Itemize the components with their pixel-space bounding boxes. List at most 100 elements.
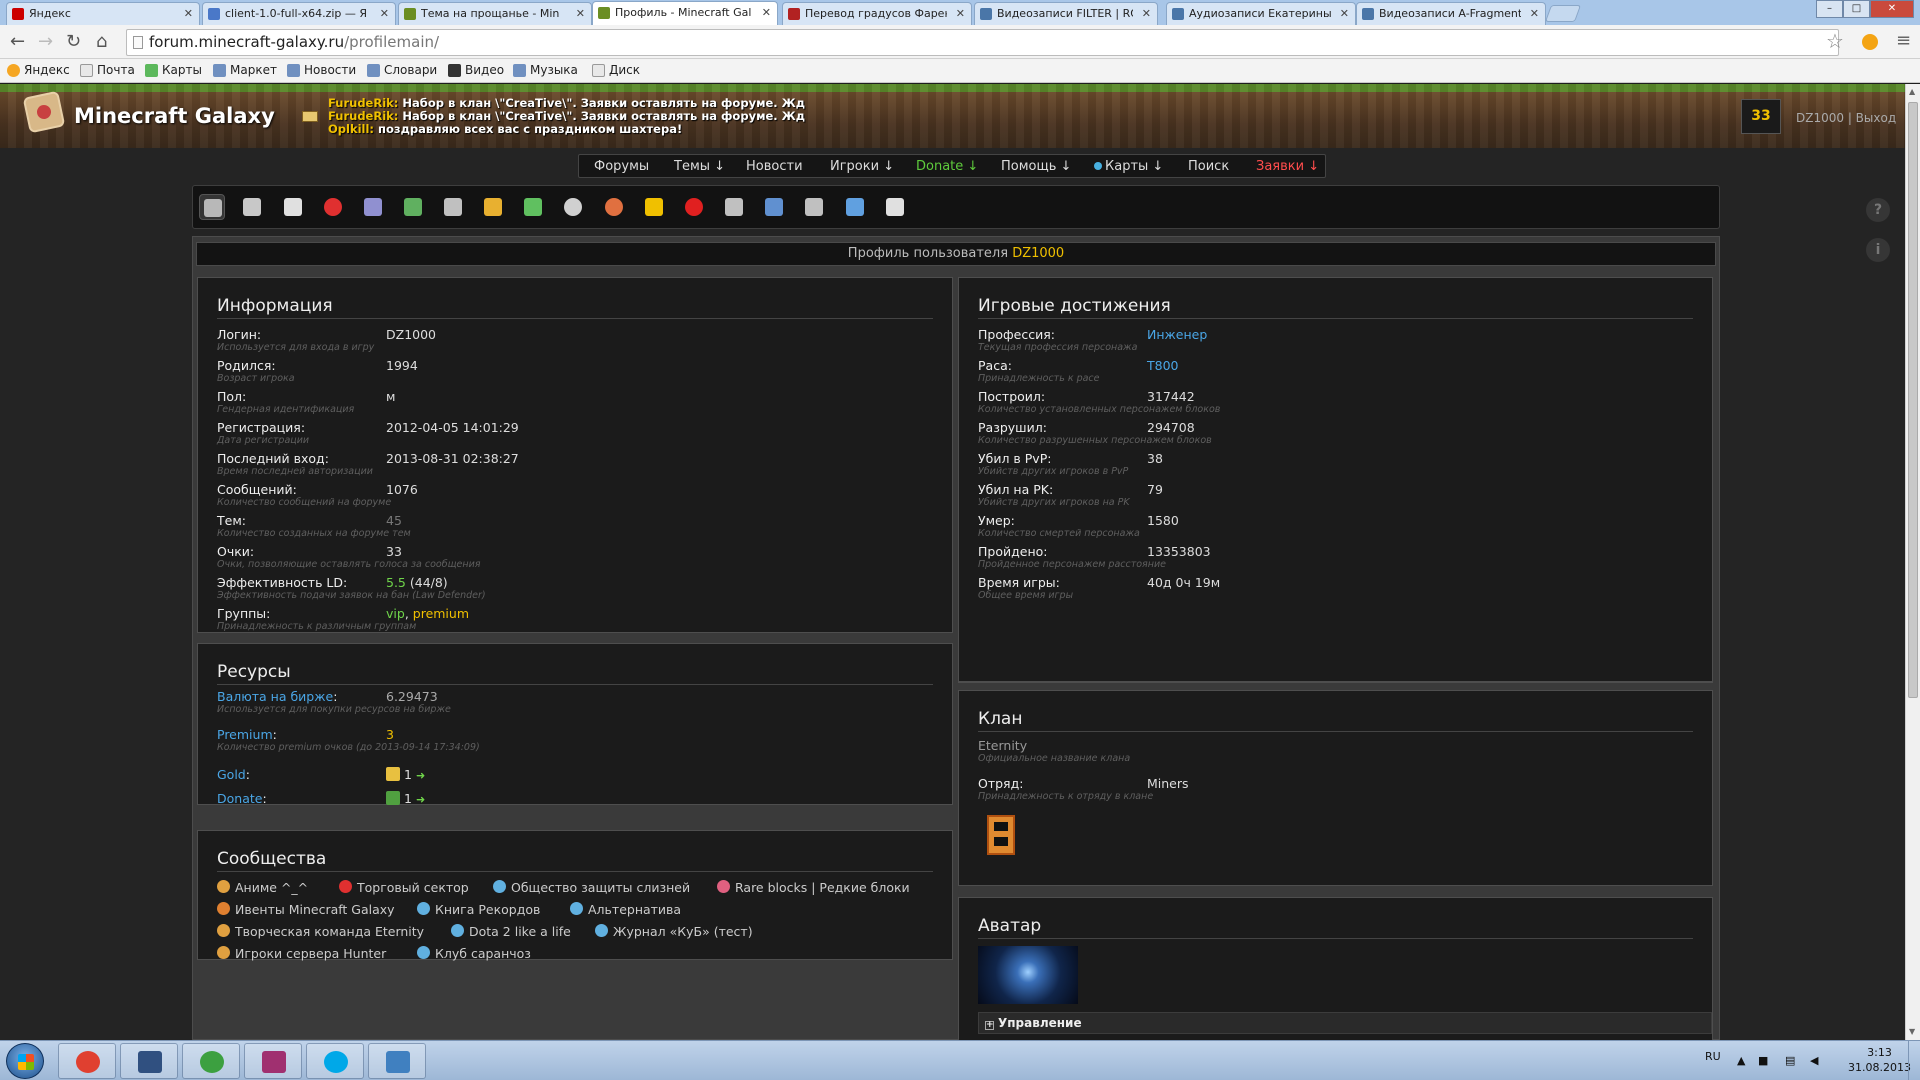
bookmark-dictionaries[interactable]: Словари — [367, 63, 437, 77]
community-link[interactable]: Журнал «КуБ» (тест) — [595, 924, 753, 939]
menu-forums[interactable]: Форумы — [594, 159, 649, 174]
tray-app-icon[interactable]: ■ — [1758, 1054, 1768, 1067]
browser-tab[interactable]: Перевод градусов Фарен ✕ — [782, 2, 972, 25]
browser-tab[interactable]: Видеозаписи FILTER | RO ✕ — [974, 2, 1158, 25]
scroll-up-icon[interactable]: ▲ — [1909, 87, 1915, 96]
exchange-link[interactable]: Валюта на бирже — [217, 689, 333, 704]
network-icon[interactable]: ▤ — [1785, 1054, 1795, 1067]
tab-close-icon[interactable]: ✕ — [1340, 7, 1349, 20]
bookmark-music[interactable]: Музыка — [513, 63, 578, 77]
browser-tab[interactable]: Тема на прощанье - Min ✕ — [398, 2, 592, 25]
taskbar-app[interactable] — [306, 1043, 364, 1079]
bookmark-news[interactable]: Новости — [287, 63, 356, 77]
menu-donate[interactable]: Donate ↓ — [916, 159, 978, 174]
bookmark-star-icon[interactable]: ☆ — [1826, 29, 1844, 53]
star-icon-button[interactable] — [641, 194, 667, 220]
new-tab-button[interactable] — [1544, 5, 1582, 22]
profile-nick[interactable]: DZ1000 — [1012, 246, 1064, 261]
ban-icon-button[interactable] — [320, 194, 346, 220]
gear-icon-button[interactable] — [560, 194, 586, 220]
forward-arrow-icon[interactable]: → — [38, 32, 53, 52]
community-link[interactable]: Ивенты Minecraft Galaxy — [217, 902, 395, 917]
transfer-arrow-icon[interactable]: ➜ — [416, 793, 425, 806]
menu-help[interactable]: Помощь ↓ — [1001, 159, 1071, 174]
volume-icon[interactable]: ◀ — [1810, 1054, 1818, 1067]
bookmark-disk[interactable]: Диск — [592, 63, 640, 77]
bookmark-market[interactable]: Маркет — [213, 63, 277, 77]
community-link[interactable]: Альтернатива — [570, 902, 681, 917]
news-line[interactable]: Oplkill: поздравляю всех вас с празднико… — [328, 123, 805, 136]
home-button-icon[interactable]: ⌂ — [96, 32, 107, 52]
info-icon[interactable]: i — [1866, 238, 1890, 262]
logout-link[interactable]: Выход — [1856, 111, 1896, 125]
taskbar-app[interactable] — [244, 1043, 302, 1079]
clan-name-link[interactable]: Eternity — [978, 738, 1027, 753]
language-indicator[interactable]: RU — [1705, 1050, 1721, 1063]
home-icon-button[interactable] — [280, 194, 306, 220]
window-icon-button[interactable] — [360, 194, 386, 220]
site-logo-icon[interactable] — [22, 90, 66, 134]
mail-icon-button[interactable] — [761, 194, 787, 220]
group-premium-link[interactable]: premium — [413, 606, 469, 621]
community-link[interactable]: Игроки сервера Hunter — [217, 946, 386, 961]
document-icon-button[interactable] — [882, 194, 908, 220]
clan-emblem-icon[interactable] — [987, 815, 1015, 855]
menu-requests[interactable]: Заявки ↓ — [1256, 159, 1319, 174]
alarm-icon-button[interactable] — [601, 194, 627, 220]
screenshot-icon-button[interactable] — [400, 194, 426, 220]
tab-close-icon[interactable]: ✕ — [184, 7, 193, 20]
taskbar-app[interactable] — [368, 1043, 426, 1079]
community-link[interactable]: Аниме ^_^ — [217, 880, 308, 895]
community-link[interactable]: Общество защиты слизней — [493, 880, 690, 895]
mail-icon[interactable] — [302, 111, 318, 122]
extension-icon[interactable] — [1862, 34, 1878, 50]
community-link[interactable]: Клуб саранчоз — [417, 946, 531, 961]
race-link[interactable]: T800 — [1147, 358, 1179, 373]
minimize-button[interactable]: – — [1816, 0, 1843, 18]
bookmark-maps[interactable]: Карты — [145, 63, 202, 77]
browser-tab-active[interactable]: Профиль - Minecraft Gal ✕ — [592, 1, 778, 26]
start-button[interactable] — [6, 1043, 44, 1079]
taskbar-app[interactable] — [58, 1043, 116, 1079]
address-bar[interactable]: forum.minecraft-galaxy.ru/profilemain/ — [126, 29, 1839, 56]
tab-close-icon[interactable]: ✕ — [1530, 7, 1539, 20]
medal-icon-button[interactable] — [480, 194, 506, 220]
bookmark-mail[interactable]: Почта — [80, 63, 135, 77]
site-logo-text[interactable]: Minecraft Galaxy — [74, 104, 275, 128]
menu-icon[interactable]: ≡ — [1896, 30, 1911, 51]
profession-link[interactable]: Инженер — [1147, 327, 1207, 342]
menu-players[interactable]: Игроки ↓ — [830, 159, 894, 174]
gold-link[interactable]: Gold — [217, 767, 246, 782]
scrollbar-thumb[interactable] — [1908, 102, 1918, 698]
manage-toggle[interactable]: + Управление — [978, 1012, 1712, 1034]
clock[interactable]: 3:13 31.08.2013 — [1848, 1045, 1911, 1075]
help-icon[interactable]: ? — [1866, 198, 1890, 222]
community-link[interactable]: Книга Рекордов — [417, 902, 540, 917]
community-link[interactable]: Rare blocks | Редкие блоки — [717, 880, 910, 895]
scroll-down-icon[interactable]: ▼ — [1909, 1027, 1915, 1036]
tray-arrow-icon[interactable]: ▲ — [1737, 1054, 1745, 1067]
group-vip-link[interactable]: vip — [386, 606, 405, 621]
browser-tab[interactable]: Яндекс ✕ — [6, 2, 200, 25]
username-link[interactable]: DZ1000 — [1796, 111, 1844, 125]
heart-icon-button[interactable] — [681, 194, 707, 220]
tab-close-icon[interactable]: ✕ — [576, 7, 585, 20]
profile-icon-button[interactable] — [199, 194, 225, 220]
close-window-button[interactable]: ✕ — [1870, 0, 1914, 18]
user-points-badge[interactable]: 33 — [1741, 99, 1781, 134]
user-icon-button[interactable] — [520, 194, 546, 220]
bookmark-yandex[interactable]: Яндекс — [7, 63, 70, 77]
tab-close-icon[interactable]: ✕ — [956, 7, 965, 20]
menu-news[interactable]: Новости — [746, 159, 803, 174]
community-link[interactable]: Торговый сектор — [339, 880, 469, 895]
lock-icon-button[interactable] — [239, 194, 265, 220]
taskbar-app[interactable] — [120, 1043, 178, 1079]
transfer-arrow-icon[interactable]: ➜ — [416, 769, 425, 782]
community-link[interactable]: Творческая команда Eternity — [217, 924, 424, 939]
tab-close-icon[interactable]: ✕ — [1142, 7, 1151, 20]
chart-icon-button[interactable] — [721, 194, 747, 220]
premium-link[interactable]: Premium — [217, 727, 273, 742]
back-arrow-icon[interactable]: ← — [10, 32, 25, 52]
community-link[interactable]: Dota 2 like a life — [451, 924, 571, 939]
menu-topics[interactable]: Темы ↓ — [674, 159, 725, 174]
